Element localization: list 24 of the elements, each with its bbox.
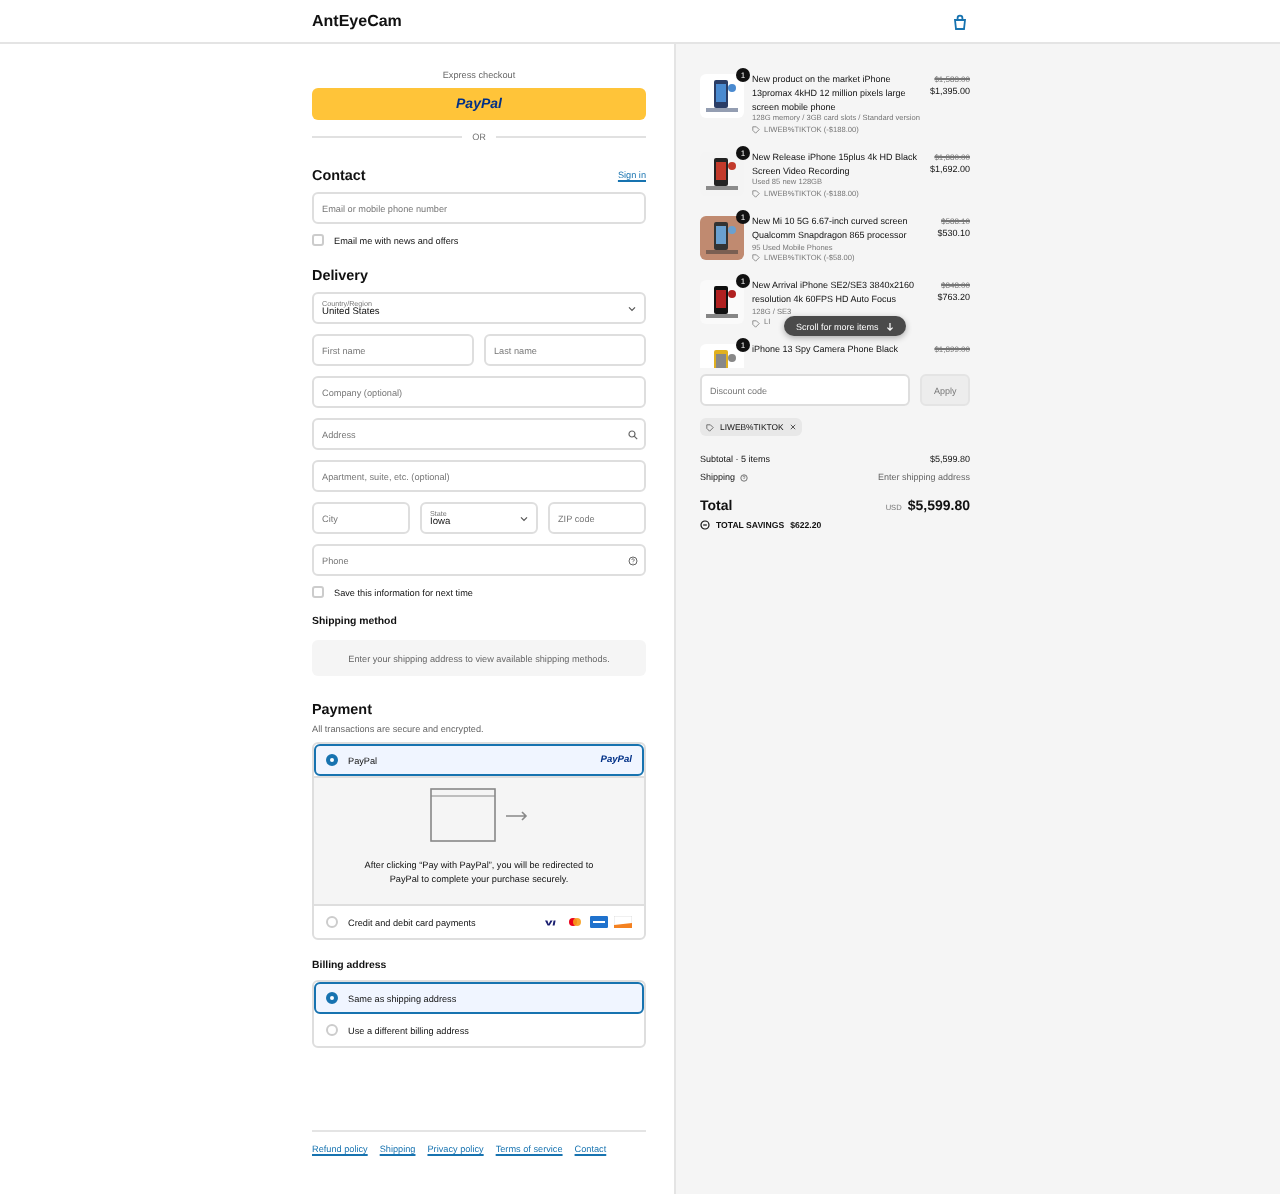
tag-icon [706, 423, 714, 431]
caret-icon [520, 516, 528, 522]
amex-icon [590, 916, 608, 928]
visa-icon [542, 916, 560, 928]
mastercard-icon [566, 916, 584, 928]
tag-icon [752, 254, 760, 263]
caret-icon [628, 306, 636, 312]
discover-icon [614, 916, 632, 928]
tag-icon [752, 126, 760, 135]
browser-redirect-icon [429, 788, 529, 845]
checkbox[interactable] [312, 586, 324, 598]
radio-button[interactable] [326, 754, 338, 766]
savings-icon [700, 520, 710, 530]
arrow-down-icon [886, 321, 895, 331]
help-icon[interactable] [628, 555, 638, 565]
radio-button[interactable] [326, 992, 338, 1004]
help-icon[interactable] [739, 473, 748, 481]
tag-icon [752, 319, 760, 328]
bag-icon[interactable] [952, 13, 968, 29]
tag-icon [752, 190, 760, 199]
checkbox[interactable] [312, 234, 324, 246]
brand-name[interactable]: AntEyeCam [312, 12, 402, 30]
close-icon[interactable] [789, 424, 796, 430]
search-icon [628, 429, 638, 439]
